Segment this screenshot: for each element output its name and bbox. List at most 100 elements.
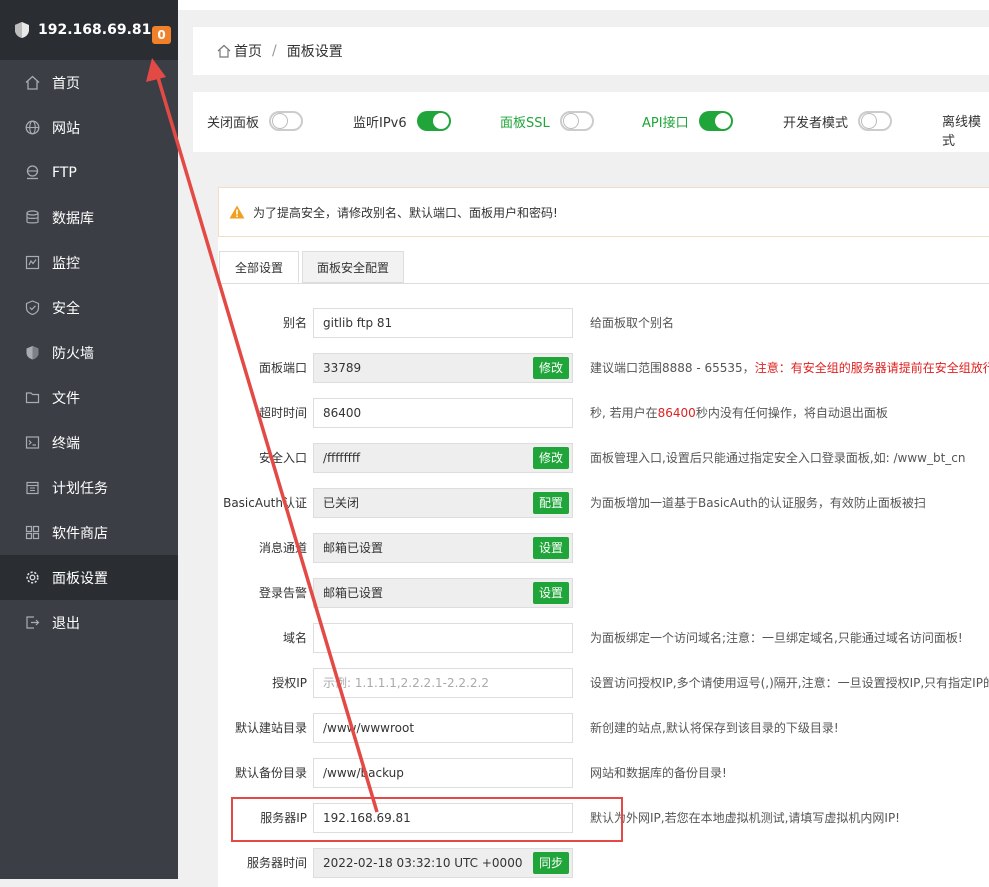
- setting-row: 默认备份目录/www/backup 网站和数据库的备份目录!: [218, 758, 989, 788]
- setting-row: 登录告警 邮箱已设置 设置: [218, 578, 989, 608]
- setting-input[interactable]: [313, 623, 573, 653]
- security-warning: 为了提高安全，请修改别名、默认端口、面板用户和密码!: [218, 187, 989, 237]
- setting-action-button[interactable]: 配置: [533, 492, 570, 514]
- toggle-switch[interactable]: [559, 111, 594, 131]
- setting-hint: 默认为外网IP,若您在本地虚拟机测试,请填写虚拟机内网IP!: [590, 811, 900, 825]
- setting-label: BasicAuth认证: [223, 496, 307, 510]
- hint-warning: 注意：有安全组的服务器请提前在安全组放行: [754, 361, 989, 375]
- sidebar-item-5[interactable]: 安全: [0, 285, 178, 330]
- sidebar-item-0[interactable]: 首页: [0, 60, 178, 105]
- sidebar-item-2[interactable]: FTP: [0, 150, 178, 195]
- setting-hint: 面板管理入口,设置后只能通过指定安全入口登录面板,如: /www_bt_cn: [590, 451, 966, 465]
- setting-label: 消息通道: [258, 541, 307, 555]
- sidebar-item-3[interactable]: 数据库: [0, 195, 178, 240]
- folder-icon: [25, 390, 40, 405]
- toggle-group-1: 监听IPv6: [353, 111, 451, 131]
- setting-label: 超时时间: [258, 406, 307, 420]
- hint-text: 建议端口范围8888 - 65535，: [590, 361, 755, 375]
- tab-all-settings[interactable]: 全部设置: [219, 251, 299, 283]
- logout-icon: [25, 615, 40, 630]
- shield-icon: [14, 21, 30, 39]
- sidebar-item-12[interactable]: 退出: [0, 600, 178, 645]
- calendar-icon: [25, 480, 40, 495]
- sidebar-item-8[interactable]: 终端: [0, 420, 178, 465]
- sidebar-item-label: 面板设置: [52, 570, 108, 587]
- toggle-switch[interactable]: [269, 111, 304, 131]
- setting-label: 默认建站目录: [234, 721, 307, 735]
- toggle-knob: [861, 113, 878, 129]
- setting-row: 授权IP 示例: 1.1.1.1,2.2.2.1-2.2.2.2 设置访问授权IP,…: [218, 668, 989, 698]
- sidebar-item-label: FTP: [52, 164, 77, 181]
- breadcrumb: 首页 / 面板设置: [193, 27, 989, 75]
- setting-input[interactable]: 示例: 1.1.1.1,2.2.2.1-2.2.2.2: [313, 668, 573, 698]
- setting-row: BasicAuth认证 已关闭 配置 为面板增加一道基于BasicAuth的认证服务，…: [218, 488, 989, 518]
- setting-input[interactable]: /www/wwwroot: [313, 713, 573, 743]
- setting-input[interactable]: gitlib ftp 81: [313, 308, 573, 338]
- setting-label: 默认备份目录: [234, 766, 307, 780]
- toggle-switch[interactable]: [416, 111, 451, 131]
- sidebar-item-label: 文件: [52, 390, 80, 407]
- toggle-knob: [432, 113, 449, 129]
- sidebar-item-label: 退出: [52, 615, 80, 632]
- toggle-label: 监听IPv6: [353, 115, 407, 131]
- setting-label: 服务器时间: [246, 856, 307, 870]
- gear-icon: [25, 570, 40, 585]
- shield-check-icon: [25, 300, 40, 315]
- toggle-label: 开发者模式: [783, 115, 849, 131]
- sidebar-item-1[interactable]: 网站: [0, 105, 178, 150]
- setting-row: 超时时间 86400 秒, 若用户在86400秒内没有任何操作，将自动退出面板: [218, 398, 989, 428]
- setting-action-button[interactable]: 修改: [533, 357, 570, 379]
- tab-security-config[interactable]: 面板安全配置: [302, 251, 404, 283]
- toggle-label: API接口: [642, 115, 689, 131]
- toggle-group-2: 面板SSL: [500, 111, 594, 131]
- setting-row: 别名 gitlib ftp 81 给面板取个别名: [218, 308, 989, 338]
- hint-warning: 86400: [657, 406, 696, 420]
- setting-label: 安全入口: [258, 451, 307, 465]
- firewall-icon: [25, 345, 40, 360]
- setting-row: 安全入口/ffffffff 修改 面板管理入口,设置后只能通过指定安全入口登录面板,…: [218, 443, 989, 473]
- sidebar-item-9[interactable]: 计划任务: [0, 465, 178, 510]
- setting-action-button[interactable]: 设置: [533, 582, 570, 604]
- sidebar-item-6[interactable]: 防火墙: [0, 330, 178, 375]
- sidebar: 192.168.69.81 0 首页网站 FTP 数据库监控 安全 防火墙文件终端 计划任…: [0, 0, 178, 879]
- setting-hint: 设置访问授权IP,多个请使用逗号(,)隔开,注意：一旦设置授权IP,只有指定IP…: [590, 676, 989, 690]
- sidebar-item-label: 数据库: [52, 210, 94, 227]
- toggle-group-4: 开发者模式: [783, 111, 893, 131]
- home-icon[interactable]: [217, 44, 231, 58]
- setting-label: 别名: [282, 316, 307, 330]
- sidebar-item-7[interactable]: 文件: [0, 375, 178, 420]
- toggle-knob: [714, 113, 731, 129]
- sidebar-item-label: 首页: [52, 75, 80, 92]
- globe-icon: [25, 120, 40, 135]
- toggle-switch[interactable]: [698, 111, 733, 131]
- sidebar-item-11[interactable]: 面板设置: [0, 555, 178, 600]
- panel-toggles: 关闭面板 监听IPv6 面板SSL API接口 开发者模式 离线模式: [193, 92, 989, 152]
- monitor-icon: [25, 255, 40, 270]
- message-count-badge[interactable]: 0: [152, 26, 171, 44]
- sidebar-item-label: 软件商店: [52, 525, 108, 542]
- sidebar-item-10[interactable]: 软件商店: [0, 510, 178, 555]
- setting-row: 面板端口 33789 修改 建议端口范围8888 - 65535，注意：有安全组的服务…: [218, 353, 989, 383]
- setting-row: 服务器时间 2022-02-18 03:32:10 UTC +0000 同步: [218, 848, 989, 878]
- breadcrumb-current: 面板设置: [286, 44, 343, 60]
- breadcrumb-separator: /: [272, 43, 277, 59]
- breadcrumb-home[interactable]: 首页: [234, 41, 262, 61]
- setting-input[interactable]: 86400: [313, 398, 573, 428]
- setting-action-button[interactable]: 修改: [533, 447, 570, 469]
- setting-hint: 网站和数据库的备份目录!: [590, 766, 727, 780]
- hint-text: 秒, 若用户在: [590, 406, 658, 420]
- setting-hint: 为面板增加一道基于BasicAuth的认证服务，有效防止面板被扫: [590, 496, 926, 510]
- setting-input[interactable]: /www/backup: [313, 758, 573, 788]
- server-header[interactable]: 192.168.69.81 0: [0, 0, 178, 60]
- setting-action-button[interactable]: 设置: [533, 537, 570, 559]
- setting-hint: 给面板取个别名: [590, 316, 675, 330]
- sidebar-item-4[interactable]: 监控: [0, 240, 178, 285]
- annotation-highlight-box: [231, 797, 623, 842]
- setting-row: 域名 为面板绑定一个访问域名;注意：一旦绑定域名,只能通过域名访问面板!: [218, 623, 989, 653]
- toggle-switch[interactable]: [858, 111, 893, 131]
- setting-label: 域名: [282, 631, 307, 645]
- toggle-knob: [272, 113, 289, 129]
- setting-hint: 为面板绑定一个访问域名;注意：一旦绑定域名,只能通过域名访问面板!: [590, 631, 963, 645]
- setting-action-button[interactable]: 同步: [533, 852, 570, 874]
- hint-text: 秒内没有任何操作，将自动退出面板: [695, 406, 888, 420]
